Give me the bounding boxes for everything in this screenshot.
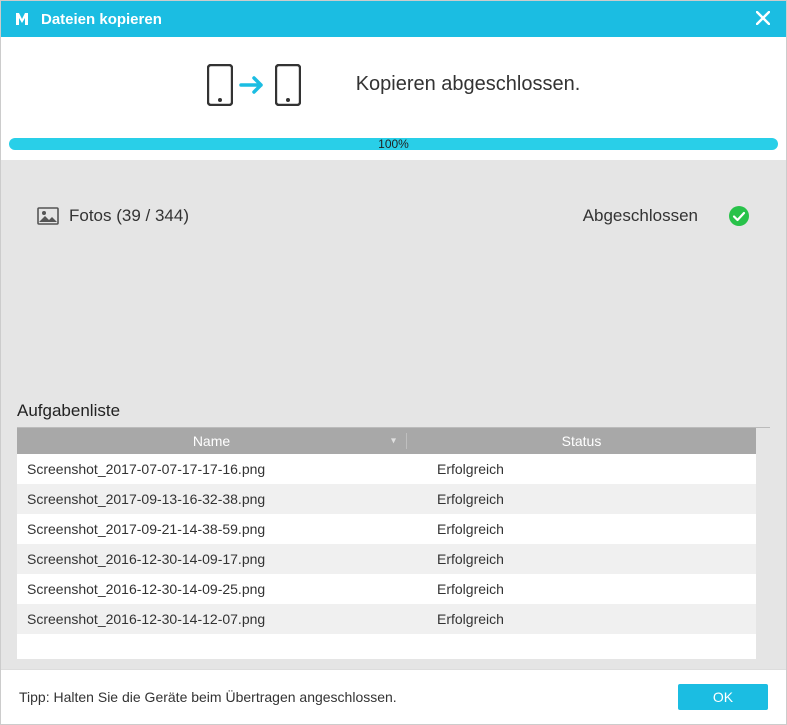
cell-name: Screenshot_2017-09-13-16-32-38.png: [17, 491, 407, 507]
footer-tip: Tipp: Halten Sie die Geräte beim Übertra…: [19, 689, 678, 705]
tasklist-panel: Aufgabenliste Name ▾ Status Screenshot_2…: [1, 395, 786, 669]
table-row: Screenshot_2017-09-21-14-38-59.png Erfol…: [17, 514, 756, 544]
table-row: Screenshot_2016-12-30-14-12-07.png Erfol…: [17, 604, 756, 634]
progress-area: 100%: [1, 132, 786, 160]
titlebar-title: Dateien kopieren: [41, 11, 752, 28]
titlebar: Dateien kopieren: [1, 1, 786, 37]
column-header-name-label: Name: [193, 433, 230, 449]
cell-name: Screenshot_2017-09-21-14-38-59.png: [17, 521, 407, 537]
progress-bar: 100%: [9, 138, 778, 150]
column-header-name[interactable]: Name ▾: [17, 433, 407, 449]
sort-indicator-icon: ▾: [391, 436, 396, 447]
status-message: Kopieren abgeschlossen.: [356, 73, 581, 96]
cell-status: Erfolgreich: [407, 491, 756, 507]
summary-category-label: Fotos (39 / 344): [69, 206, 189, 226]
table-row: Screenshot_2016-12-30-14-09-25.png Erfol…: [17, 574, 756, 604]
table-header: Name ▾ Status: [17, 428, 756, 454]
cell-status: Erfolgreich: [407, 581, 756, 597]
cell-name: Screenshot_2017-07-07-17-17-16.png: [17, 461, 407, 477]
progress-percent: 100%: [378, 138, 409, 150]
summary-panel: Fotos (39 / 344) Abgeschlossen: [1, 160, 786, 395]
tasklist-table: Name ▾ Status Screenshot_2017-07-07-17-1…: [17, 428, 770, 659]
photos-icon: [37, 207, 59, 225]
status-area: Kopieren abgeschlossen.: [1, 37, 786, 132]
table-row: Screenshot_2016-12-30-14-09-17.png Erfol…: [17, 544, 756, 574]
column-header-status-label: Status: [562, 433, 602, 449]
phone-target-icon: [275, 64, 301, 106]
app-logo-icon: [13, 10, 31, 28]
cell-status: Erfolgreich: [407, 611, 756, 627]
close-icon: [756, 11, 770, 25]
cell-status: Erfolgreich: [407, 551, 756, 567]
ok-button[interactable]: OK: [678, 684, 768, 710]
arrow-right-icon: [239, 75, 269, 95]
cell-name: Screenshot_2016-12-30-14-09-17.png: [17, 551, 407, 567]
cell-status: Erfolgreich: [407, 521, 756, 537]
table-row: Screenshot_2017-09-13-16-32-38.png Erfol…: [17, 484, 756, 514]
close-button[interactable]: [752, 8, 774, 31]
check-success-icon: [728, 205, 750, 227]
summary-row-photos: Fotos (39 / 344) Abgeschlossen: [37, 205, 750, 227]
phone-source-icon: [207, 64, 233, 106]
table-body: Screenshot_2017-07-07-17-17-16.png Erfol…: [17, 454, 756, 659]
footer: Tipp: Halten Sie die Geräte beim Übertra…: [1, 669, 786, 724]
cell-status: Erfolgreich: [407, 461, 756, 477]
column-header-status[interactable]: Status: [407, 433, 756, 449]
cell-name: Screenshot_2016-12-30-14-09-25.png: [17, 581, 407, 597]
cell-name: Screenshot_2016-12-30-14-12-07.png: [17, 611, 407, 627]
tasklist-title: Aufgabenliste: [17, 395, 770, 428]
table-row: Screenshot_2017-07-07-17-17-16.png Erfol…: [17, 454, 756, 484]
transfer-icon: [207, 64, 301, 106]
summary-state-label: Abgeschlossen: [583, 206, 698, 226]
